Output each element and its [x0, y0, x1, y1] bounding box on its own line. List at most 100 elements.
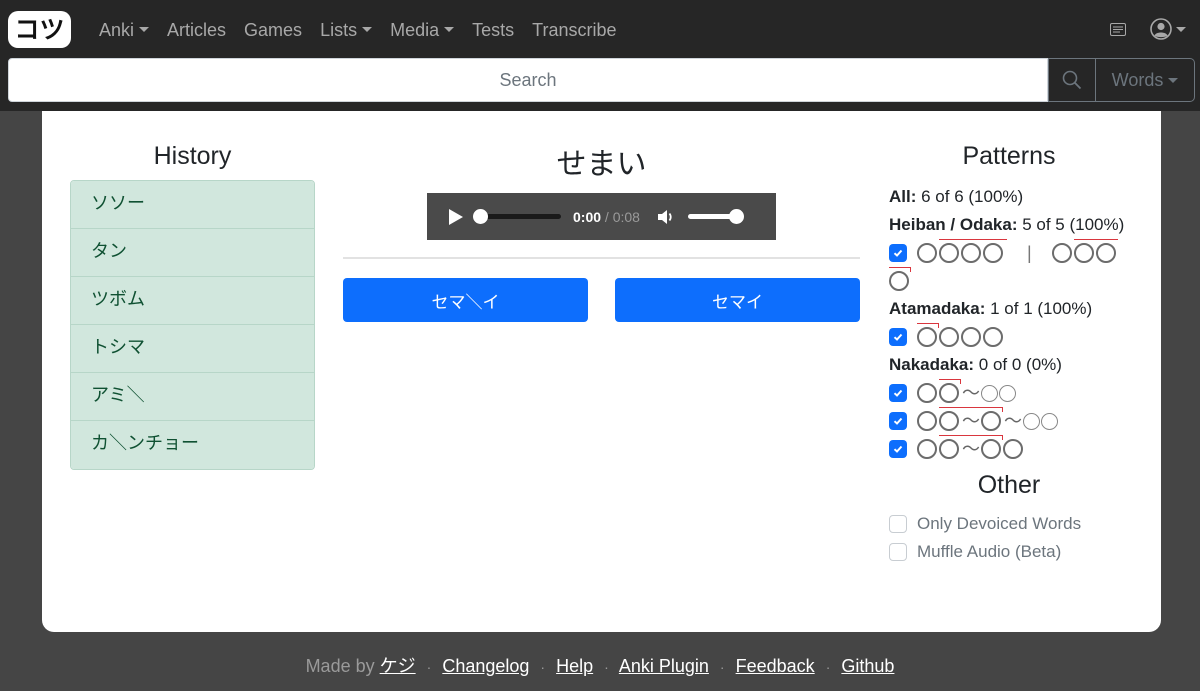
pattern-nakadaka-1: 〜: [889, 379, 1129, 407]
nav-right: [1110, 18, 1186, 40]
mora-circle: [917, 439, 937, 459]
mora-circle: [917, 383, 937, 403]
history-list: ソソー タン ツボム トシマ アミ＼ カ＼ンチョー: [70, 180, 315, 470]
mora-pattern: 〜〜: [917, 407, 1059, 435]
mora-circle: [1051, 243, 1072, 263]
search-bar: Words: [8, 58, 1195, 102]
user-menu[interactable]: [1150, 18, 1186, 40]
mora-pattern: 〜: [917, 379, 1017, 407]
mora-pattern: 〜: [917, 435, 1025, 463]
quiz-panel: せまい 0:00 / 0:08 セマ＼イ セマイ: [343, 139, 860, 322]
answer-button-2[interactable]: セマイ: [615, 278, 860, 322]
pattern-heiban-odaka: |: [889, 239, 1129, 295]
check-icon: [893, 389, 903, 397]
volume-slider[interactable]: [687, 209, 744, 224]
github-link[interactable]: Github: [841, 656, 894, 676]
mora-pattern: [917, 323, 1005, 351]
check-icon: [893, 417, 903, 425]
caret-down-icon: [1176, 26, 1186, 32]
caret-down-icon: [139, 27, 150, 32]
pattern-nakadaka-2: 〜〜: [889, 407, 1129, 435]
nav-transcribe[interactable]: Transcribe: [523, 18, 625, 42]
mora-circle: [983, 243, 1003, 263]
pattern-nakadaka-3: 〜: [889, 435, 1129, 463]
search-mode-dropdown[interactable]: Words: [1096, 58, 1195, 102]
mora-circle: [981, 411, 1001, 431]
pattern-checkbox[interactable]: [889, 440, 907, 458]
mora-circle: [939, 439, 959, 459]
answer-buttons: セマ＼イ セマイ: [343, 278, 860, 322]
option-muffle-audio[interactable]: Muffle Audio (Beta): [889, 538, 1129, 566]
check-icon: [893, 445, 903, 453]
nav-games[interactable]: Games: [235, 18, 311, 42]
history-item[interactable]: アミ＼: [71, 373, 314, 421]
caret-down-icon: [444, 27, 455, 32]
mora-circle: [939, 411, 959, 431]
pattern-separator: |: [1027, 243, 1032, 263]
pattern-checkbox[interactable]: [889, 412, 907, 430]
mora-circle: [917, 243, 937, 263]
brand-logo[interactable]: コツ: [8, 11, 71, 48]
search-button[interactable]: [1048, 58, 1096, 102]
option-devoiced[interactable]: Only Devoiced Words: [889, 510, 1129, 538]
stat-all: All: 6 of 6 (100%): [889, 187, 1024, 206]
caret-down-icon: [362, 27, 373, 32]
nav-links: Anki Articles Games Lists Media Tests Tr…: [90, 18, 625, 42]
devoiced-checkbox[interactable]: [889, 515, 907, 533]
mora-circle: [999, 384, 1016, 402]
mora-circle: [939, 327, 959, 347]
author-link[interactable]: ケジ: [380, 656, 416, 676]
news-icon[interactable]: [1110, 22, 1126, 36]
nav-anki[interactable]: Anki: [90, 18, 158, 42]
volume-knob[interactable]: [728, 209, 744, 224]
nav-media[interactable]: Media: [381, 18, 463, 42]
stat-heiban: Heiban / Odaka: 5 of 5 (100%): [889, 215, 1125, 234]
main-card: History ソソー タン ツボム トシマ アミ＼ カ＼ンチョー せまい 0:…: [42, 111, 1161, 632]
help-link[interactable]: Help: [556, 656, 593, 676]
mora-circle: [1041, 412, 1058, 430]
audio-player: 0:00 / 0:08: [427, 193, 776, 240]
feedback-link[interactable]: Feedback: [736, 656, 815, 676]
audio-progress-slider[interactable]: [473, 209, 561, 224]
mora-pattern: [917, 239, 1007, 267]
other-title: Other: [977, 471, 1041, 499]
caret-down-icon: [1168, 77, 1179, 83]
navbar: コツ Anki Articles Games Lists Media Tests…: [0, 0, 1200, 111]
nav-articles[interactable]: Articles: [158, 18, 235, 42]
mora-circle: [939, 383, 959, 403]
footer: Made by ケジ · Changelog · Help · Anki Plu…: [305, 656, 895, 676]
mora-circle: [889, 271, 909, 291]
patterns-title: Patterns: [962, 142, 1056, 170]
search-icon: [1062, 70, 1082, 90]
check-icon: [893, 249, 903, 257]
muffle-checkbox[interactable]: [889, 543, 907, 561]
volume-icon[interactable]: [656, 208, 676, 226]
play-icon[interactable]: [449, 208, 463, 225]
history-item[interactable]: トシマ: [71, 325, 314, 373]
search-input[interactable]: [8, 58, 1048, 102]
nav-tests[interactable]: Tests: [463, 18, 523, 42]
history-item[interactable]: ツボム: [71, 277, 314, 325]
mora-circle: [983, 327, 1003, 347]
progress-knob[interactable]: [473, 209, 488, 224]
patterns-panel: Patterns All: 6 of 6 (100%) Heiban / Oda…: [889, 142, 1129, 566]
mora-circle: [961, 327, 981, 347]
changelog-link[interactable]: Changelog: [442, 656, 529, 676]
history-item[interactable]: ソソー: [71, 181, 314, 229]
nav-lists[interactable]: Lists: [311, 18, 381, 42]
answer-button-1[interactable]: セマ＼イ: [343, 278, 588, 322]
mora-pattern: [889, 267, 1129, 295]
mora-circle: [917, 327, 937, 347]
mora-circle: [1073, 243, 1094, 263]
history-panel: History ソソー タン ツボム トシマ アミ＼ カ＼ンチョー: [70, 142, 315, 470]
history-item[interactable]: タン: [71, 229, 314, 277]
anki-plugin-link[interactable]: Anki Plugin: [619, 656, 709, 676]
pattern-checkbox[interactable]: [889, 328, 907, 346]
history-item[interactable]: カ＼ンチョー: [71, 421, 314, 469]
pattern-checkbox[interactable]: [889, 384, 907, 402]
mora-circle: [961, 243, 981, 263]
pattern-checkbox[interactable]: [889, 244, 907, 262]
mora-circle: [939, 243, 959, 263]
mora-circle: [981, 384, 998, 402]
check-icon: [893, 333, 903, 341]
